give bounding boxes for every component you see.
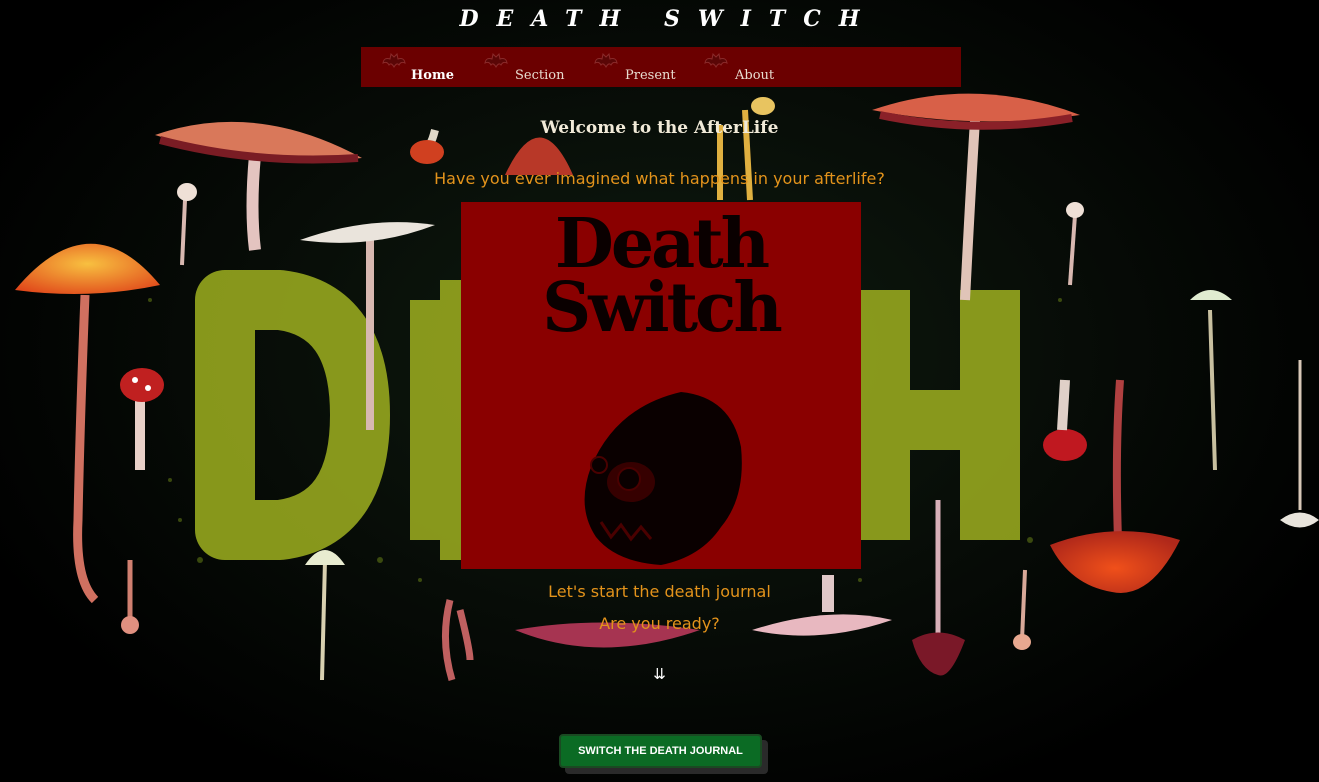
- skull-icon: [584, 392, 742, 565]
- site-title: DEATH SWITCH: [459, 6, 878, 32]
- main-nav: Home Section Present About: [361, 47, 961, 87]
- nav-label-home: Home: [411, 68, 454, 83]
- switch-journal-button[interactable]: SWITCH THE DEATH JOURNAL: [559, 734, 762, 768]
- hero-logo-line2: Switch: [542, 268, 783, 348]
- nav-item-section[interactable]: Section: [483, 47, 573, 87]
- hero-logo-line1: Death: [554, 204, 770, 284]
- page: DEATH SWITCH Home Section Present About: [0, 0, 1319, 782]
- nav-item-home[interactable]: Home: [381, 47, 471, 87]
- welcome-heading: Welcome to the AfterLife: [540, 118, 779, 138]
- afterlife-question: Have you ever imagined what happens in y…: [434, 169, 885, 188]
- journal-prompt: Let's start the death journal: [548, 582, 771, 601]
- nav-label-about: About: [735, 68, 775, 83]
- mushroom-icon: [120, 368, 164, 470]
- nav-label-present: Present: [625, 68, 676, 83]
- nav-label-section: Section: [515, 68, 565, 83]
- hero-image: Death Switch: [461, 202, 861, 569]
- nav-item-about[interactable]: About: [703, 47, 793, 87]
- ready-prompt: Are you ready?: [599, 614, 720, 633]
- bat-icon: [484, 52, 508, 68]
- scroll-down-icon[interactable]: ⇊: [0, 665, 1319, 683]
- mushroom-icon: [1043, 379, 1180, 593]
- bat-icon: [382, 52, 406, 68]
- bat-icon: [704, 52, 728, 68]
- bat-icon: [594, 52, 618, 68]
- nav-item-present[interactable]: Present: [593, 47, 683, 87]
- hero-logo-text: Death Switch: [461, 204, 861, 348]
